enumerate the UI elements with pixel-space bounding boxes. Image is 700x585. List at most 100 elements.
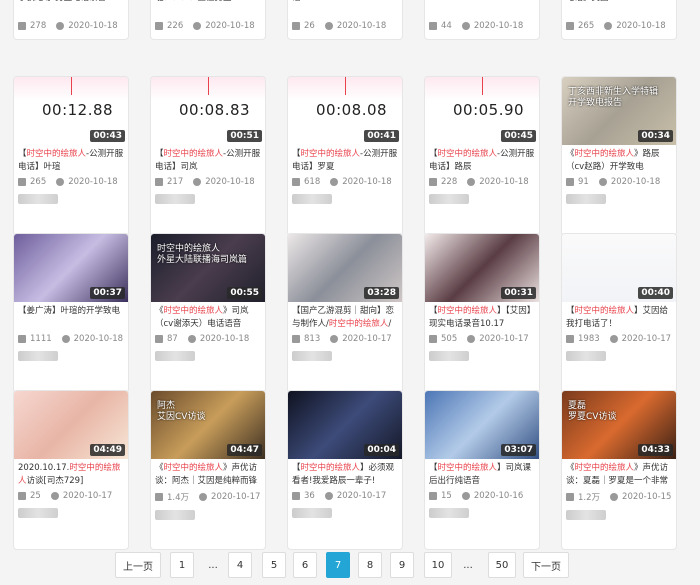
- video-thumbnail[interactable]: 00:31: [425, 234, 539, 302]
- video-card[interactable]: 00:12.88 00:43 【时空中的绘旅人-公测开服电话】叶瑄 265 2020-1…: [13, 76, 129, 236]
- uploader-name[interactable]: [429, 351, 469, 361]
- play-count: 618: [304, 177, 321, 187]
- video-title[interactable]: 【时空中的绘旅人-公测开服电话】司岚: [151, 145, 265, 174]
- video-thumbnail[interactable]: 00:37: [14, 234, 128, 302]
- video-card[interactable]: 04:49 2020.10.17.时空中的绘旅人访谈[司杰729] 25 2020-1…: [13, 390, 129, 550]
- video-thumbnail[interactable]: 丁亥西非新生入学特辑 开学致电报告 00:34: [562, 77, 676, 145]
- video-title[interactable]: 【时空中的绘旅人-公测开服电话】路辰: [425, 145, 539, 174]
- uploader-name[interactable]: [429, 194, 469, 204]
- video-title[interactable]: 《时空中的绘旅人》声优访谈：夏磊｜罗夏是一个非常: [562, 459, 676, 488]
- play-count: 44: [441, 21, 452, 31]
- uploader-name[interactable]: [155, 351, 195, 361]
- video-card[interactable]: 00:08.83 00:51 【时空中的绘旅人-公测开服电话】司岚 217 2020-1…: [150, 76, 266, 236]
- next-page-button[interactable]: 下一页: [523, 552, 569, 578]
- page-8[interactable]: 8: [358, 552, 382, 578]
- play-count-icon: [18, 22, 26, 30]
- video-title[interactable]: 【时空中的绘旅人】必须观看者!我爱路辰一辈子!: [288, 459, 402, 488]
- video-title[interactable]: 【时空中的绘旅人-公测开服电话】罗夏: [288, 145, 402, 174]
- uploader-name[interactable]: [566, 194, 606, 204]
- upload-date: 2020-10-17: [62, 491, 113, 501]
- video-card[interactable]: 03:28 【国产乙游混剪｜甜向】恋与制作人/时空中的绘旅人/813 2020-10…: [287, 233, 403, 393]
- video-card[interactable]: 丁亥西非新生入学特辑 开学致电报告 00:34 《时空中的绘旅人》路辰（cv赵路）开…: [561, 76, 677, 236]
- page-5[interactable]: 5: [262, 552, 286, 578]
- video-title[interactable]: 【国产乙游混剪｜甜向】恋与制作人/时空中的绘旅人/: [288, 302, 402, 331]
- video-card[interactable]: 00:37 【姜广涛】叶瑄的开学致电 1111 2020-10-18: [13, 233, 129, 393]
- video-card[interactable]: 啦！！！！五位男主 226 2020-10-18: [150, 0, 266, 40]
- clock-icon: [56, 178, 65, 186]
- page-50[interactable]: 50: [488, 552, 516, 578]
- uploader-name[interactable]: [18, 351, 58, 361]
- uploader-name[interactable]: [292, 351, 332, 361]
- page-1[interactable]: 1: [170, 552, 194, 578]
- video-card[interactable]: 00:31 【时空中的绘旅人】【艾因】现实电话录音10.17 505 2020-10-…: [424, 233, 540, 393]
- uploader-name[interactable]: [18, 508, 58, 518]
- video-title[interactable]: [425, 0, 539, 18]
- clock-icon: [193, 22, 202, 30]
- video-title[interactable]: 话: [288, 0, 402, 18]
- play-count: 1.2万: [578, 493, 601, 503]
- play-count: 265: [578, 21, 595, 31]
- page-10[interactable]: 10: [424, 552, 452, 578]
- uploader-name[interactable]: [566, 510, 606, 520]
- video-card[interactable]: 话 26 2020-10-18: [287, 0, 403, 40]
- video-card[interactable]: 03:07 【时空中的绘旅人】司岚课后出行纯语音 15 2020-10-16: [424, 390, 540, 550]
- video-thumbnail[interactable]: 时空中的绘旅人 外星大陆联播海司岚篇 00:55: [151, 234, 265, 302]
- video-title[interactable]: 2020.10.17.时空中的绘旅人访谈[司杰729]: [14, 459, 128, 488]
- uploader-name[interactable]: [292, 194, 332, 204]
- video-thumbnail[interactable]: 04:49: [14, 391, 128, 459]
- title-prefix: 【: [566, 306, 575, 316]
- page-4[interactable]: 4: [228, 552, 252, 578]
- video-card[interactable]: 电话】艾因 265 2020-10-18: [561, 0, 677, 40]
- video-title[interactable]: 【时空中的绘旅人】艾因给我打电话了！: [562, 302, 676, 331]
- title-prefix: 《: [566, 149, 575, 159]
- title-prefix: 【: [429, 149, 438, 159]
- uploader-name[interactable]: [155, 510, 195, 520]
- page-7[interactable]: 7: [326, 552, 350, 578]
- video-title[interactable]: 【时空中的绘旅人-公测开服电话】叶瑄: [14, 145, 128, 174]
- page-6[interactable]: 6: [293, 552, 317, 578]
- video-thumbnail[interactable]: 00:08.83 00:51: [151, 77, 265, 145]
- video-title[interactable]: 【时空中的绘旅人】【艾因】现实电话录音10.17: [425, 302, 539, 331]
- video-card[interactable]: 尔获绝等-男主电话录音 278 2020-10-18: [13, 0, 129, 40]
- video-thumbnail[interactable]: 00:40: [562, 234, 676, 302]
- uploader-name[interactable]: [292, 508, 332, 518]
- video-title[interactable]: 尔获绝等-男主电话录音: [14, 0, 128, 18]
- video-card[interactable]: 时空中的绘旅人 外星大陆联播海司岚篇 00:55 《时空中的绘旅人》司岚（cv谢添天…: [150, 233, 266, 393]
- video-thumbnail[interactable]: 03:07: [425, 391, 539, 459]
- video-title[interactable]: 啦！！！！五位男主: [151, 0, 265, 18]
- video-title[interactable]: 电话】艾因: [562, 0, 676, 18]
- prev-page-button[interactable]: 上一页: [115, 552, 161, 578]
- title-highlight: 时空中的绘旅人: [574, 306, 635, 316]
- uploader-name[interactable]: [155, 194, 195, 204]
- clock-icon: [193, 178, 202, 186]
- video-card[interactable]: 00:40 【时空中的绘旅人】艾因给我打电话了！ 1983 2020-10-17: [561, 233, 677, 393]
- recording-time: 00:05.90: [453, 101, 525, 119]
- video-card[interactable]: 00:05.90 00:45 【时空中的绘旅人-公测开服电话】路辰 228 2020-1…: [424, 76, 540, 236]
- video-thumbnail[interactable]: 阿杰 艾因CV访谈 04:47: [151, 391, 265, 459]
- video-card[interactable]: 阿杰 艾因CV访谈 04:47 《时空中的绘旅人》声优访谈：阿杰｜艾因是纯粹而锋 1.…: [150, 390, 266, 550]
- video-title[interactable]: 《时空中的绘旅人》路辰（cv赵路）开学致电: [562, 145, 676, 174]
- uploader-name[interactable]: [566, 351, 606, 361]
- video-card[interactable]: 44 2020-10-18: [424, 0, 540, 40]
- video-card[interactable]: 00:04 【时空中的绘旅人】必须观看者!我爱路辰一辈子! 36 2020-10-17: [287, 390, 403, 550]
- video-title[interactable]: 【姜广涛】叶瑄的开学致电: [14, 302, 128, 331]
- video-thumbnail[interactable]: 03:28: [288, 234, 402, 302]
- page-9[interactable]: 9: [390, 552, 414, 578]
- uploader-name[interactable]: [429, 508, 469, 518]
- title-highlight: 时空中的绘旅人: [163, 149, 224, 159]
- video-thumbnail[interactable]: 00:12.88 00:43: [14, 77, 128, 145]
- uploader-name[interactable]: [18, 194, 58, 204]
- video-title[interactable]: 【时空中的绘旅人】司岚课后出行纯语音: [425, 459, 539, 488]
- video-title[interactable]: 《时空中的绘旅人》声优访谈：阿杰｜艾因是纯粹而锋: [151, 459, 265, 488]
- upload-date: 2020-10-18: [73, 334, 124, 344]
- upload-date: 2020-10-18: [479, 177, 529, 187]
- video-thumbnail[interactable]: 00:08.08 00:41: [288, 77, 402, 145]
- title-highlight: 时空中的绘旅人: [574, 149, 635, 159]
- video-title[interactable]: 《时空中的绘旅人》司岚（cv谢添天）电话语音: [151, 302, 265, 331]
- video-thumbnail[interactable]: 夏磊 罗夏CV访谈 04:33: [562, 391, 676, 459]
- video-card[interactable]: 夏磊 罗夏CV访谈 04:33 《时空中的绘旅人》声优访谈：夏磊｜罗夏是一个非常 1.…: [561, 390, 677, 550]
- video-meta: 265 2020-10-18: [562, 18, 676, 34]
- video-thumbnail[interactable]: 00:04: [288, 391, 402, 459]
- video-card[interactable]: 00:08.08 00:41 【时空中的绘旅人-公测开服电话】罗夏 618 2020-1…: [287, 76, 403, 236]
- video-thumbnail[interactable]: 00:05.90 00:45: [425, 77, 539, 145]
